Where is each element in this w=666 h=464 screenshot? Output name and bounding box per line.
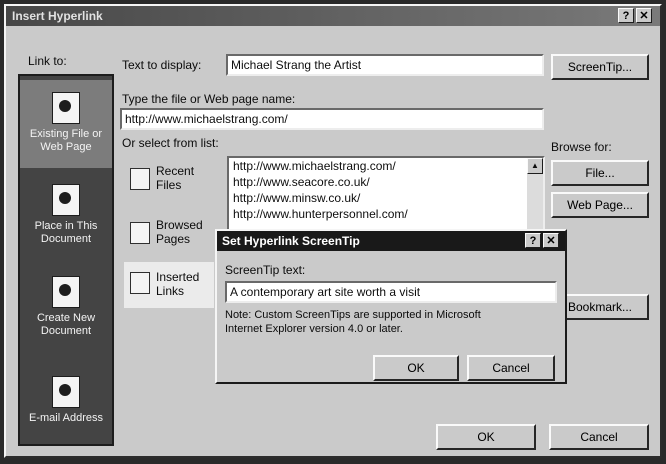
inserted-links-icon: [130, 272, 150, 294]
window-title: Insert Hyperlink: [6, 6, 660, 26]
screentip-text-field[interactable]: A contemporary art site worth a visit: [225, 281, 557, 303]
address-field[interactable]: http://www.michaelstrang.com/: [120, 108, 544, 130]
screentip-dialog: Set Hyperlink ScreenTip ? ✕ ScreenTip te…: [215, 229, 567, 384]
browsed-pages-icon: [130, 222, 150, 244]
sidebar-item-place-in-document[interactable]: Place in This Document: [20, 184, 112, 246]
scroll-up-arrow-icon[interactable]: ▲: [527, 158, 543, 174]
new-document-icon: [52, 276, 80, 308]
dialog-title: Set Hyperlink ScreenTip: [217, 231, 565, 251]
recent-files-icon: [130, 168, 150, 190]
dialog-help-button[interactable]: ?: [525, 233, 541, 248]
sidebar-item-create-new-document[interactable]: Create New Document: [20, 276, 112, 338]
type-file-label: Type the file or Web page name:: [122, 92, 296, 106]
tab-label: Browsed: [156, 218, 203, 232]
link-list[interactable]: http://www.michaelstrang.com/ http://www…: [227, 156, 545, 234]
sidebar-item-label: Web Page: [40, 141, 92, 153]
browse-file-button[interactable]: File...: [551, 160, 649, 186]
sidebar-item-label: Create New: [36, 312, 96, 324]
screentip-text-label: ScreenTip text:: [225, 263, 306, 277]
dialog-note-line1: Note: Custom ScreenTips are supported in…: [225, 309, 481, 321]
list-item[interactable]: http://www.minsw.co.uk/: [229, 190, 543, 206]
dialog-close-button[interactable]: ✕: [543, 233, 559, 248]
list-item[interactable]: http://www.michaelstrang.com/: [229, 158, 543, 174]
web-page-icon: [52, 92, 80, 124]
list-scrollbar[interactable]: ▲: [527, 158, 543, 232]
list-item[interactable]: http://www.hunterpersonnel.com/: [229, 206, 543, 222]
tab-label: Recent: [156, 164, 195, 178]
browse-for-label: Browse for:: [551, 140, 612, 154]
tab-label: Files: [156, 178, 182, 192]
dialog-cancel-button[interactable]: Cancel: [467, 355, 555, 381]
insert-hyperlink-window: Insert Hyperlink ? ✕ Link to: Existing F…: [4, 4, 662, 458]
sidebar-item-label: Document: [40, 233, 92, 245]
tab-label: Inserted: [156, 270, 200, 284]
tab-label: Links: [156, 284, 185, 298]
cancel-button[interactable]: Cancel: [549, 424, 649, 450]
sidebar-item-label: Existing File or: [29, 128, 103, 140]
text-to-display-field[interactable]: Michael Strang the Artist: [226, 54, 544, 76]
select-list-label: Or select from list:: [122, 136, 219, 150]
dialog-note-line2: Internet Explorer version 4.0 or later.: [225, 323, 403, 335]
sidebar-item-email-address[interactable]: E-mail Address: [20, 376, 112, 425]
link-to-label: Link to:: [28, 54, 67, 68]
tab-browsed-pages[interactable]: Browsed Pages: [130, 218, 210, 250]
sidebar-item-label: Document: [40, 325, 92, 337]
tab-label: Pages: [156, 232, 191, 246]
sidebar-item-label: Place in This: [34, 220, 98, 232]
link-to-sidebar: Existing File or Web Page Place in This …: [18, 74, 114, 446]
screentip-button[interactable]: ScreenTip...: [551, 54, 649, 80]
close-button[interactable]: ✕: [636, 8, 652, 23]
tab-inserted-links[interactable]: Inserted Links: [124, 262, 214, 308]
browse-web-page-button[interactable]: Web Page...: [551, 192, 649, 218]
ok-button[interactable]: OK: [436, 424, 536, 450]
document-place-icon: [52, 184, 80, 216]
text-to-display-label: Text to display:: [122, 58, 202, 72]
list-item[interactable]: http://www.seacore.co.uk/: [229, 174, 543, 190]
dialog-ok-button[interactable]: OK: [373, 355, 459, 381]
email-icon: [52, 376, 80, 408]
help-button[interactable]: ?: [618, 8, 634, 23]
sidebar-item-label: E-mail Address: [29, 412, 103, 424]
tab-recent-files[interactable]: Recent Files: [130, 164, 210, 196]
sidebar-item-existing-file[interactable]: Existing File or Web Page: [20, 80, 112, 168]
